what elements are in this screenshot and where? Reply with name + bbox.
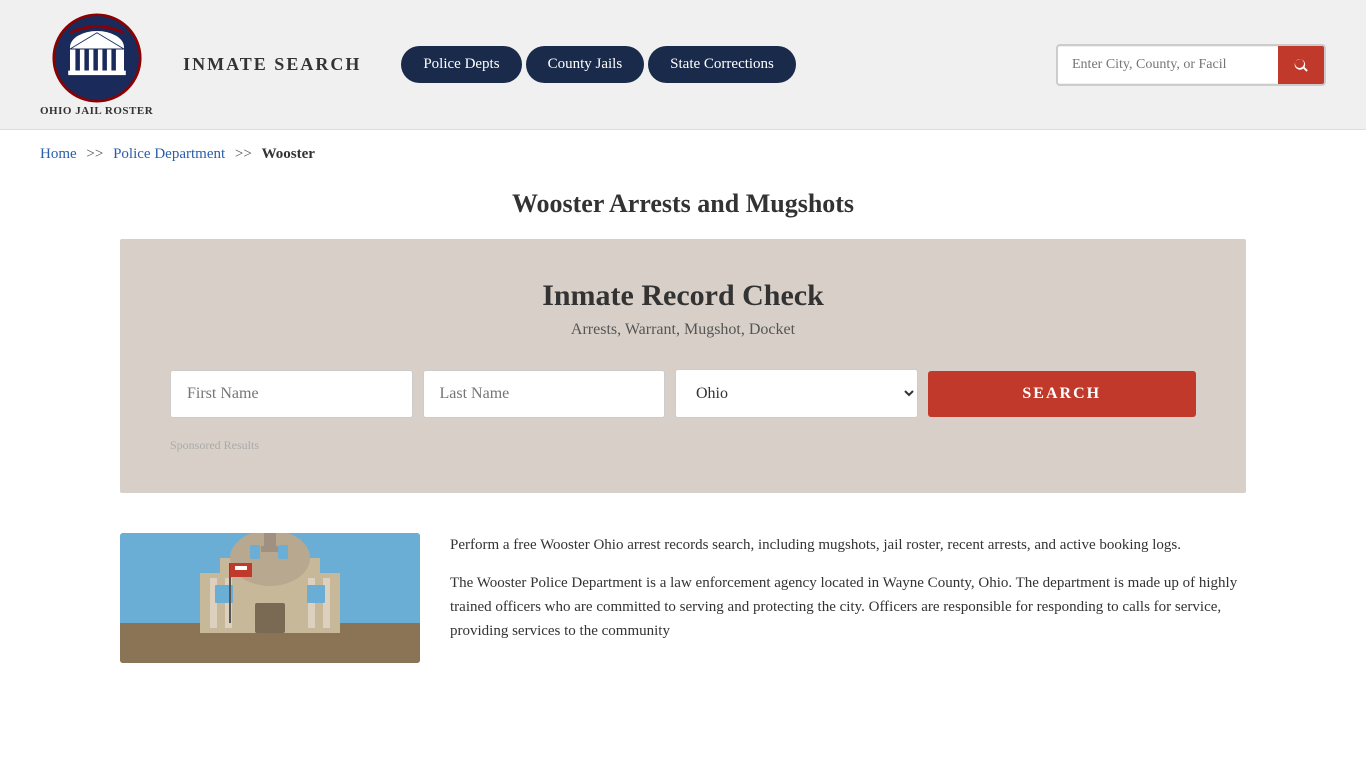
building-illustration [120,533,420,663]
logo-icon [52,13,142,103]
nav-county-jails[interactable]: County Jails [526,46,645,83]
header-search-bar [1056,44,1326,86]
breadcrumb: Home >> Police Department >> Wooster [0,130,1366,179]
header-search-input[interactable] [1058,47,1278,83]
content-paragraph-2: The Wooster Police Department is a law e… [450,571,1246,643]
nav-police-depts[interactable]: Police Depts [401,46,521,83]
search-icon [1292,56,1310,74]
sponsored-results-label: Sponsored Results [170,438,1196,453]
state-select[interactable]: Ohio [675,369,918,418]
breadcrumb-current: Wooster [262,146,315,162]
site-title: Inmate Search [183,54,361,75]
record-check-title: Inmate Record Check [170,279,1196,313]
header: Ohio Jail Roster Inmate Search Police De… [0,0,1366,130]
logo-text: Ohio Jail Roster [40,105,153,117]
content-paragraph-1: Perform a free Wooster Ohio arrest recor… [450,533,1246,557]
breadcrumb-home[interactable]: Home [40,146,77,162]
nav-buttons: Police Depts County Jails State Correcti… [401,46,796,83]
first-name-input[interactable] [170,370,413,418]
header-search-button[interactable] [1278,46,1324,84]
nav-state-corrections[interactable]: State Corrections [648,46,796,83]
page-title: Wooster Arrests and Mugshots [0,189,1366,219]
record-check-subtitle: Arrests, Warrant, Mugshot, Docket [170,321,1196,339]
breadcrumb-sep2: >> [235,146,252,162]
breadcrumb-sep1: >> [86,146,103,162]
content-section: Perform a free Wooster Ohio arrest recor… [0,523,1366,693]
record-check-form: Ohio SEARCH [170,369,1196,418]
record-check-search-button[interactable]: SEARCH [928,371,1197,417]
logo-link[interactable]: Ohio Jail Roster [40,13,153,117]
content-image [120,533,420,663]
last-name-input[interactable] [423,370,666,418]
record-check-section: Inmate Record Check Arrests, Warrant, Mu… [120,239,1246,493]
breadcrumb-section[interactable]: Police Department [113,146,225,162]
content-text: Perform a free Wooster Ohio arrest recor… [450,533,1246,663]
